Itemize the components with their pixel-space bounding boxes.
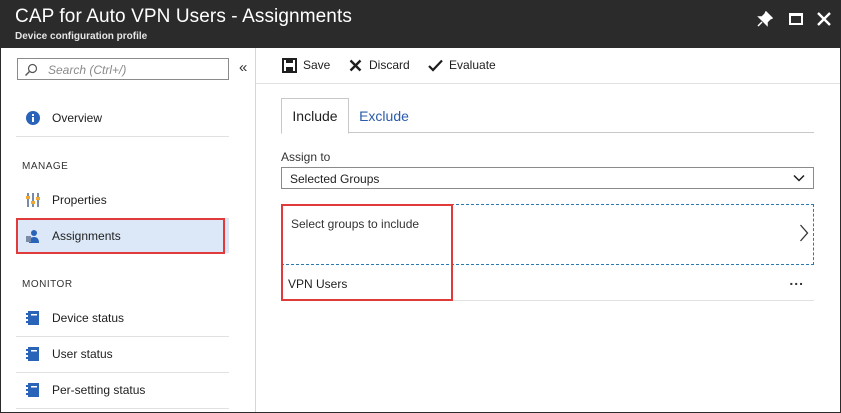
sidebar-item-per-setting-status[interactable]: Per-setting status	[16, 373, 229, 407]
sidebar-item-label: User status	[52, 347, 113, 361]
search-placeholder: Search (Ctrl+/)	[48, 63, 127, 77]
discard-icon	[347, 57, 363, 73]
more-options-icon[interactable]: ...	[789, 272, 804, 288]
evaluate-label: Evaluate	[449, 58, 496, 72]
divider	[16, 136, 229, 137]
left-panel: Search (Ctrl+/) « Overview MANAGE Proper…	[1, 48, 256, 412]
chevron-down-icon	[793, 174, 805, 182]
assign-to-dropdown[interactable]: Selected Groups	[281, 167, 814, 189]
save-button[interactable]: Save	[281, 57, 330, 73]
pin-icon[interactable]	[756, 10, 774, 28]
discard-button[interactable]: Discard	[347, 57, 410, 73]
section-header-monitor: MONITOR	[22, 279, 73, 290]
highlight-box	[16, 218, 225, 254]
tab-exclude[interactable]: Exclude	[349, 98, 419, 134]
title-bar: CAP for Auto VPN Users - Assignments Dev…	[0, 0, 841, 48]
window-title: CAP for Auto VPN Users - Assignments	[15, 6, 352, 27]
search-input[interactable]: Search (Ctrl+/)	[17, 58, 229, 80]
sidebar-item-label: Per-setting status	[52, 383, 146, 397]
discard-label: Discard	[369, 58, 410, 72]
sidebar-item-label: Properties	[52, 193, 107, 207]
notebook-icon	[25, 310, 41, 326]
toolbar: Save Discard Evaluate	[256, 48, 840, 84]
chevron-right-icon	[800, 224, 809, 242]
divider	[16, 408, 229, 409]
assign-to-label: Assign to	[281, 150, 331, 164]
info-icon	[25, 110, 41, 126]
notebook-icon	[25, 346, 41, 362]
close-icon[interactable]	[815, 10, 833, 28]
sidebar-item-overview[interactable]: Overview	[16, 101, 229, 135]
save-label: Save	[303, 58, 331, 72]
section-header-manage: MANAGE	[22, 161, 69, 172]
save-icon	[281, 57, 297, 73]
sidebar-item-label: Overview	[52, 111, 103, 125]
checkmark-icon	[427, 57, 443, 73]
evaluate-button[interactable]: Evaluate	[427, 57, 496, 73]
maximize-icon[interactable]	[787, 10, 805, 28]
highlight-box	[281, 204, 453, 301]
sidebar-item-user-status[interactable]: User status	[16, 337, 229, 371]
window-subtitle: Device configuration profile	[15, 31, 148, 42]
search-icon	[25, 63, 38, 76]
main-panel: Save Discard Evaluate Include Exclude As…	[256, 48, 840, 412]
collapse-sidebar-icon[interactable]: «	[239, 59, 247, 76]
tab-bar: Include Exclude	[281, 98, 814, 134]
sidebar-item-properties[interactable]: Properties	[16, 183, 229, 217]
assign-to-value: Selected Groups	[290, 172, 380, 186]
sidebar-item-label: Device status	[52, 311, 125, 325]
tab-include[interactable]: Include	[281, 98, 349, 134]
sidebar-item-device-status[interactable]: Device status	[16, 301, 229, 335]
properties-icon	[25, 192, 41, 208]
notebook-icon	[25, 382, 41, 398]
